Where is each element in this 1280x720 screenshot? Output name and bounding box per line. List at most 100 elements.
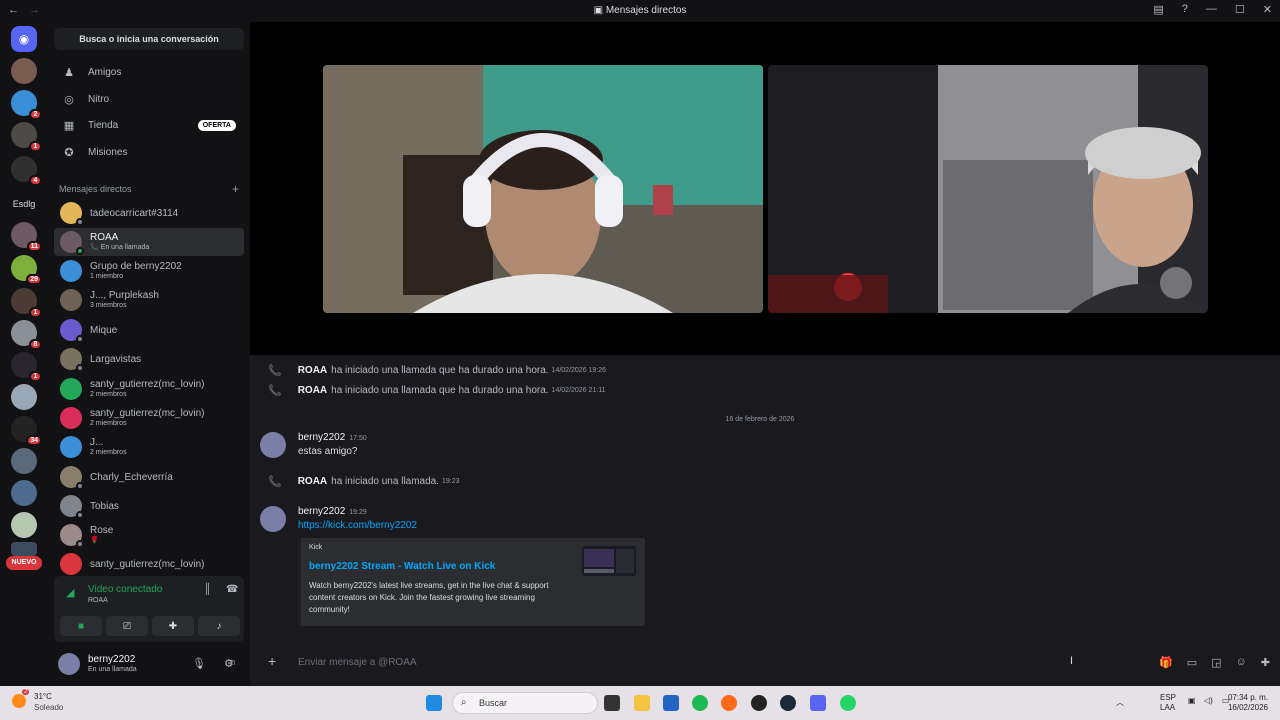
server-text-icon[interactable]: Esdlg bbox=[8, 199, 40, 209]
voice-room: ROAA bbox=[88, 597, 108, 604]
server-icon[interactable]: 11 bbox=[11, 222, 42, 252]
sticker-icon[interactable]: ◲ bbox=[1211, 656, 1221, 669]
server-icon[interactable]: 2 bbox=[11, 90, 42, 120]
new-badge[interactable]: NUEVO bbox=[6, 556, 42, 570]
server-icon[interactable] bbox=[11, 448, 37, 474]
nav-item-shop[interactable]: ▦ Tienda OFERTA bbox=[54, 113, 244, 137]
network-icon[interactable]: ▣ bbox=[1188, 696, 1196, 705]
activities-button[interactable]: ✚ bbox=[152, 616, 194, 636]
dm-item[interactable]: Mique bbox=[54, 316, 244, 344]
nav-item-friends[interactable]: ♟ Amigos bbox=[54, 60, 244, 84]
server-icon[interactable]: 1 bbox=[11, 288, 42, 318]
help-icon[interactable]: ? bbox=[1182, 3, 1188, 16]
tray-chevron-icon[interactable]: ︿ bbox=[1116, 697, 1124, 708]
avatar[interactable] bbox=[260, 432, 286, 458]
app-icon[interactable] bbox=[751, 695, 767, 711]
noise-suppression-icon[interactable]: ║ bbox=[204, 584, 211, 595]
server-badge: 29 bbox=[26, 274, 42, 285]
apps-icon[interactable]: ✚ bbox=[1261, 656, 1270, 669]
text-cursor-icon: I bbox=[1070, 655, 1074, 667]
taskbar-search[interactable]: ⌕ Buscar bbox=[452, 692, 598, 714]
clock[interactable]: 07:34 p. m. 16/02/2026 bbox=[1226, 693, 1268, 713]
server-badge: 11 bbox=[26, 241, 42, 252]
dm-item[interactable]: J..., Purplekash 3 miembros bbox=[54, 286, 244, 314]
dm-item[interactable]: tadeocarricart#3114 bbox=[54, 199, 244, 227]
message-author[interactable]: berny2202 bbox=[298, 432, 345, 443]
add-attachment-icon[interactable]: + bbox=[268, 653, 276, 669]
add-dm-icon[interactable]: + bbox=[232, 182, 239, 196]
dm-item[interactable]: Tobias bbox=[54, 492, 244, 520]
dm-item[interactable]: Largavistas bbox=[54, 345, 244, 373]
file-explorer-icon[interactable] bbox=[634, 695, 650, 711]
disconnect-call-icon[interactable]: ☎ bbox=[226, 584, 238, 595]
avatar bbox=[60, 202, 84, 226]
soundboard-button[interactable]: ♪ bbox=[198, 616, 240, 636]
server-icon[interactable]: 8 bbox=[11, 320, 42, 350]
message-author[interactable]: berny2202 bbox=[298, 506, 345, 517]
user-panel: berny2202 En una llamada 🎙 ∩ ⚙ bbox=[54, 648, 244, 680]
whatsapp-icon[interactable] bbox=[840, 695, 856, 711]
phone-icon: 📞 bbox=[268, 385, 282, 397]
server-icon[interactable] bbox=[11, 58, 37, 84]
nav-label: Nitro bbox=[88, 93, 110, 105]
message-time: 17:50 bbox=[349, 435, 367, 442]
avatar bbox=[60, 378, 82, 400]
main-content: 📞 ROAA ha iniciado una llamada que ha du… bbox=[250, 22, 1280, 686]
server-icon[interactable]: 4 bbox=[11, 156, 42, 186]
store-icon[interactable] bbox=[663, 695, 679, 711]
dm-item[interactable]: Charly_Echeverría bbox=[54, 463, 244, 491]
discord-icon[interactable] bbox=[810, 695, 826, 711]
dm-section-header: Mensajes directos + bbox=[59, 182, 239, 196]
minimize-icon[interactable]: — bbox=[1206, 3, 1217, 16]
spotify-icon[interactable] bbox=[692, 695, 708, 711]
server-icon[interactable]: 1 bbox=[11, 122, 42, 152]
server-icon[interactable]: 29 bbox=[11, 255, 42, 285]
message-link[interactable]: https://kick.com/berny2202 bbox=[298, 520, 417, 531]
video-tile-participant-1[interactable] bbox=[323, 65, 763, 313]
windows-start-icon[interactable] bbox=[426, 695, 442, 711]
discord-home-icon[interactable]: ◉ bbox=[11, 26, 37, 52]
emoji-icon[interactable]: ☺ bbox=[1236, 656, 1247, 669]
firefox-icon[interactable] bbox=[721, 695, 737, 711]
user-name: berny2202 bbox=[88, 654, 136, 665]
embed-title[interactable]: berny2202 Stream - Watch Live on Kick bbox=[309, 561, 495, 572]
message-input[interactable]: Enviar mensaje a @ROAA bbox=[298, 657, 417, 668]
server-icon[interactable] bbox=[11, 542, 37, 556]
dm-item[interactable]: Grupo de berny2202 1 miembro bbox=[54, 257, 244, 285]
message-composer: + Enviar mensaje a @ROAA I 🎁 ▭ ◲ ☺ ✚ bbox=[260, 650, 1270, 676]
server-icon[interactable]: 1 bbox=[11, 352, 42, 382]
server-icon[interactable] bbox=[11, 480, 37, 506]
video-tile-participant-2[interactable] bbox=[768, 65, 1208, 313]
server-icon[interactable] bbox=[11, 384, 37, 410]
gif-icon[interactable]: ▭ bbox=[1187, 656, 1197, 669]
dm-item[interactable]: santy_gutierrez(mc_lovin) bbox=[54, 550, 244, 578]
search-conversation-button[interactable]: Busca o inicia una conversación bbox=[54, 28, 244, 50]
server-icon[interactable] bbox=[11, 512, 37, 538]
inbox-icon[interactable]: ▤ bbox=[1153, 3, 1163, 16]
language-indicator[interactable]: ESP LAA bbox=[1160, 693, 1176, 713]
nav-item-nitro[interactable]: ◎ Nitro bbox=[54, 87, 244, 111]
dm-item[interactable]: J... 2 miembros bbox=[54, 433, 244, 461]
sun-icon bbox=[12, 694, 26, 708]
settings-gear-icon[interactable]: ⚙ bbox=[224, 657, 234, 670]
maximize-icon[interactable]: ☐ bbox=[1235, 3, 1245, 16]
server-icon[interactable]: 34 bbox=[11, 416, 42, 446]
screen-share-button[interactable]: ⎚ bbox=[106, 616, 148, 636]
dm-item[interactable]: santy_gutierrez(mc_lovin) 2 miembros bbox=[54, 404, 244, 432]
steam-icon[interactable] bbox=[780, 695, 796, 711]
embed-description: Watch berny2202's latest live streams, g… bbox=[309, 581, 549, 614]
gift-icon[interactable]: 🎁 bbox=[1159, 656, 1173, 669]
camera-button[interactable]: ■ bbox=[60, 616, 102, 636]
task-view-icon[interactable] bbox=[604, 695, 620, 711]
avatar[interactable] bbox=[58, 653, 80, 675]
volume-icon[interactable]: ◁) bbox=[1204, 696, 1213, 705]
embed-thumbnail[interactable] bbox=[582, 546, 636, 576]
avatar[interactable] bbox=[260, 506, 286, 532]
microphone-icon[interactable]: 🎙 bbox=[192, 657, 206, 670]
dm-item[interactable]: Rose 🌹 bbox=[54, 521, 244, 549]
close-icon[interactable]: ✕ bbox=[1263, 3, 1272, 16]
dm-item[interactable]: santy_gutierrez(mc_lovin) 2 miembros bbox=[54, 375, 244, 403]
dm-item-active[interactable]: ROAA 📞 En una llamada bbox=[54, 228, 244, 256]
avatar bbox=[60, 466, 84, 490]
nav-item-quests[interactable]: ✪ Misiones bbox=[54, 140, 244, 164]
